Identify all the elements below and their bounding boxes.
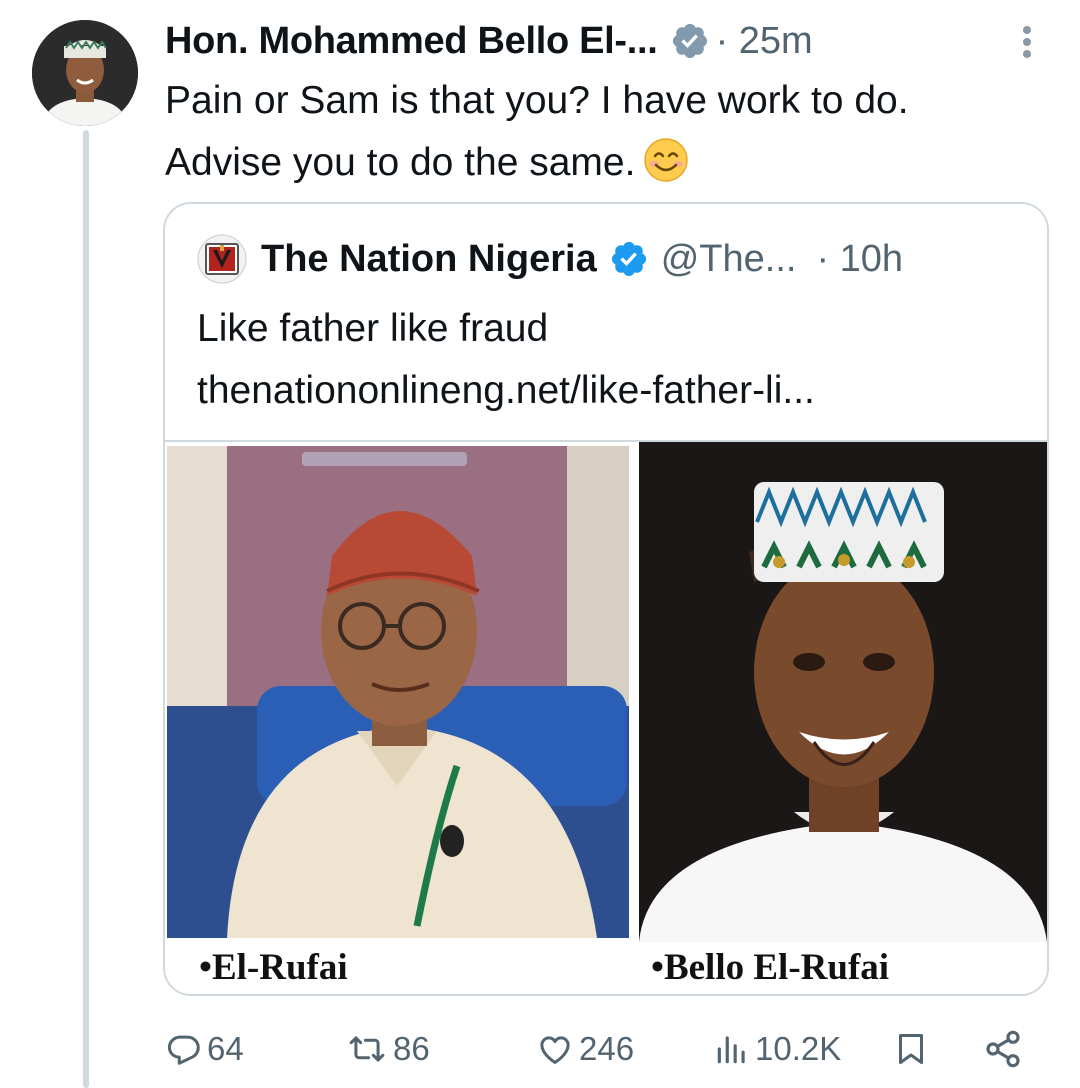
tweet-header: Hon. Mohammed Bello El-... · 25m <box>165 14 1065 68</box>
smiling-face-emoji-icon <box>644 138 689 182</box>
quoted-author-name[interactable]: The Nation Nigeria <box>261 238 597 281</box>
photo-bello-elrufai[interactable] <box>639 442 1047 942</box>
quoted-tweet-card[interactable]: The Nation Nigeria @The... · 10h Like fa… <box>163 202 1049 996</box>
verified-icon <box>672 23 707 59</box>
bookmark-icon <box>899 1034 923 1064</box>
like-icon <box>540 1036 570 1064</box>
views-button[interactable]: 10.2K <box>713 1022 841 1076</box>
tweet-text-line: Pain or Sam is that you? I have work to … <box>165 79 909 122</box>
bookmark-button[interactable] <box>893 1022 929 1076</box>
author-avatar[interactable] <box>32 20 138 126</box>
repost-icon <box>349 1036 385 1062</box>
quoted-link[interactable]: thenationonlineng.net/like-father-li... <box>197 360 1027 422</box>
photo-caption-left: •El-Rufai <box>199 947 348 988</box>
quoted-text-line: Like father like fraud <box>197 307 549 350</box>
tweet-text: Pain or Sam is that you? I have work to … <box>165 70 1065 194</box>
tweet-text-line-content: Advise you to do the same. <box>165 141 636 184</box>
views-icon <box>717 1036 745 1064</box>
reply-icon <box>167 1035 200 1065</box>
tweet-text-line: Advise you to do the same. <box>165 132 1065 194</box>
share-icon <box>986 1030 1020 1068</box>
like-button[interactable]: 246 <box>535 1022 634 1076</box>
views-count: 10.2K <box>755 1030 842 1067</box>
quoted-media[interactable]: •El-Rufai •Bello El-Rufai <box>165 440 1047 994</box>
thread-connector-line <box>83 130 89 1088</box>
quoted-author-logo <box>197 234 247 284</box>
quoted-tweet-time[interactable]: · 10h <box>816 238 903 281</box>
reply-count: 64 <box>207 1030 244 1067</box>
quoted-author-handle[interactable]: @The... <box>661 238 797 281</box>
quoted-tweet-header: The Nation Nigeria @The... · 10h <box>197 232 1027 286</box>
share-button[interactable] <box>983 1022 1023 1076</box>
quoted-tweet-text: Like father like fraud thenationonlineng… <box>197 298 1027 422</box>
reply-button[interactable]: 64 <box>165 1022 244 1076</box>
like-count: 246 <box>579 1030 635 1067</box>
tweet-actions-bar: 64 86 246 10.2K <box>165 1022 1045 1076</box>
tweet-time[interactable]: · 25m <box>716 20 813 63</box>
repost-button[interactable]: 86 <box>345 1022 430 1076</box>
repost-count: 86 <box>393 1030 430 1067</box>
verified-icon <box>611 241 646 277</box>
more-icon[interactable] <box>1010 20 1044 64</box>
photo-caption-right: •Bello El-Rufai <box>651 947 890 988</box>
photo-elrufai[interactable] <box>167 446 629 938</box>
author-name[interactable]: Hon. Mohammed Bello El-... <box>165 20 658 63</box>
